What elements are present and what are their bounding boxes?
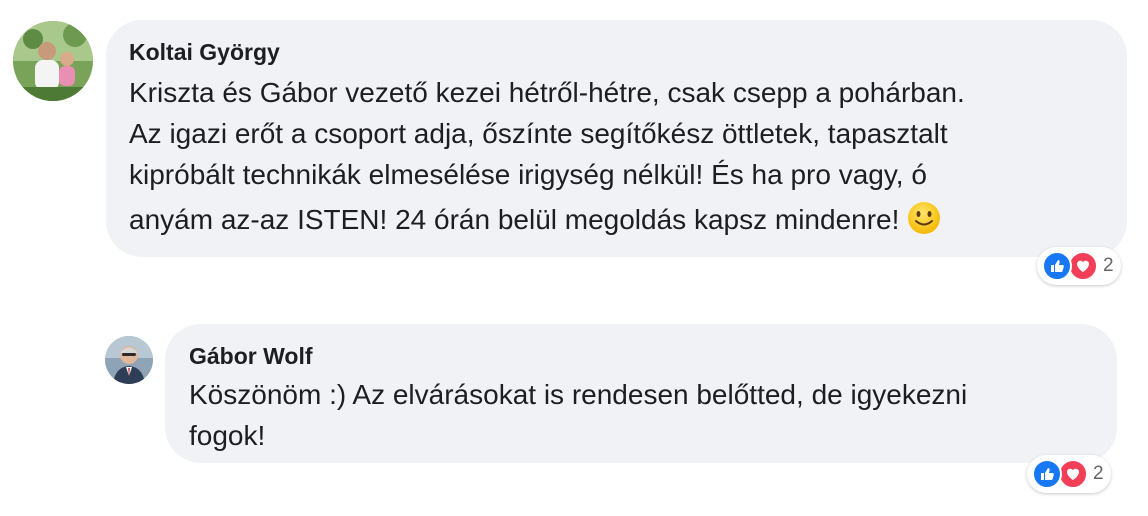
reaction-count: 2: [1093, 463, 1104, 484]
reply-text: Köszönöm :) Az elvárásokat is rendesen b…: [189, 374, 967, 456]
reply-reactions-summary[interactable]: 2: [1027, 455, 1111, 493]
comment-text-line: kipróbált technikák elmesélése irigység …: [129, 159, 927, 190]
reply-text-line: Köszönöm :) Az elvárásokat is rendesen b…: [189, 379, 968, 410]
slightly-smiling-face-icon: [907, 201, 941, 251]
avatar-koltai-gyorgy[interactable]: [13, 21, 93, 101]
reply-text-line: fogok!: [189, 420, 266, 451]
reply-author[interactable]: Gábor Wolf: [189, 342, 313, 370]
comment-text-segment: anyám az-az ISTEN! 24 órán belül megoldá…: [129, 204, 900, 235]
reactions-summary[interactable]: 2: [1037, 247, 1121, 285]
comment-text-line: Kriszta és Gábor vezető kezei hétről-hét…: [129, 77, 965, 108]
comment-author[interactable]: Koltai György: [129, 38, 280, 66]
like-reaction-icon: [1032, 459, 1062, 489]
reaction-count: 2: [1103, 255, 1114, 276]
comment-text: Kriszta és Gábor vezető kezei hétről-hét…: [129, 72, 965, 245]
avatar-gabor-wolf[interactable]: [105, 336, 153, 384]
comment-text-line-last: anyám az-az ISTEN! 24 órán belül megoldá…: [129, 195, 965, 245]
love-reaction-icon: [1068, 251, 1098, 281]
comment-text-line: Az igazi erőt a csoport adja, őszínte se…: [129, 118, 948, 149]
love-reaction-icon: [1058, 459, 1088, 489]
like-reaction-icon: [1042, 251, 1072, 281]
